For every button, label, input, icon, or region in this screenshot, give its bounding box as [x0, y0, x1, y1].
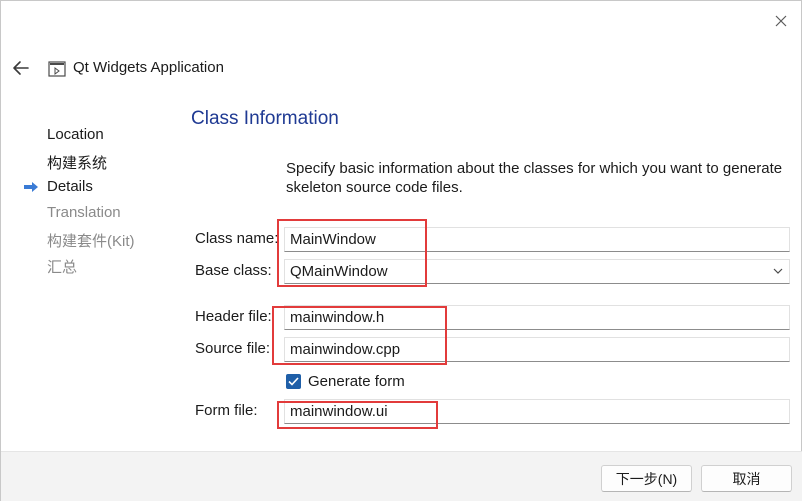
step-details: Details	[47, 178, 93, 195]
wizard-window: Qt Widgets Application Location 构建系统 Det…	[0, 0, 802, 501]
class-name-label: Class name:	[195, 230, 279, 247]
close-icon	[775, 15, 787, 27]
source-file-input[interactable]	[284, 337, 790, 362]
header-file-label: Header file:	[195, 308, 272, 325]
step-summary: 汇总	[47, 259, 78, 276]
section-description: Specify basic information about the clas…	[286, 160, 783, 196]
form-file-label: Form file:	[195, 402, 258, 419]
back-button[interactable]	[9, 56, 33, 80]
class-name-input[interactable]	[284, 227, 790, 252]
step-translation: Translation	[47, 204, 121, 221]
generate-form-label: Generate form	[308, 372, 405, 390]
base-class-select[interactable]: QMainWindow	[284, 259, 790, 284]
window-icon	[48, 61, 66, 77]
header-file-input[interactable]	[284, 305, 790, 330]
source-file-label: Source file:	[195, 340, 271, 357]
arrow-left-icon	[13, 61, 29, 75]
cancel-button[interactable]: 取消	[701, 465, 792, 492]
section-title: Class Information	[191, 108, 339, 129]
base-class-label: Base class:	[195, 262, 272, 279]
arrow-right-icon	[24, 182, 38, 192]
chevron-down-icon	[773, 268, 783, 274]
step-location: Location	[47, 126, 104, 143]
form-file-input[interactable]	[284, 399, 790, 424]
checkbox-box[interactable]	[286, 373, 301, 389]
next-button[interactable]: 下一步(N)	[601, 465, 692, 492]
step-build-system: 构建系统	[47, 155, 108, 172]
close-button[interactable]	[769, 9, 793, 33]
window-title: Qt Widgets Application	[73, 59, 224, 76]
generate-form-checkbox[interactable]: Generate form	[286, 371, 405, 391]
checkmark-icon	[288, 376, 299, 386]
step-kit: 构建套件(Kit)	[47, 233, 135, 250]
base-class-value: QMainWindow	[290, 263, 388, 280]
